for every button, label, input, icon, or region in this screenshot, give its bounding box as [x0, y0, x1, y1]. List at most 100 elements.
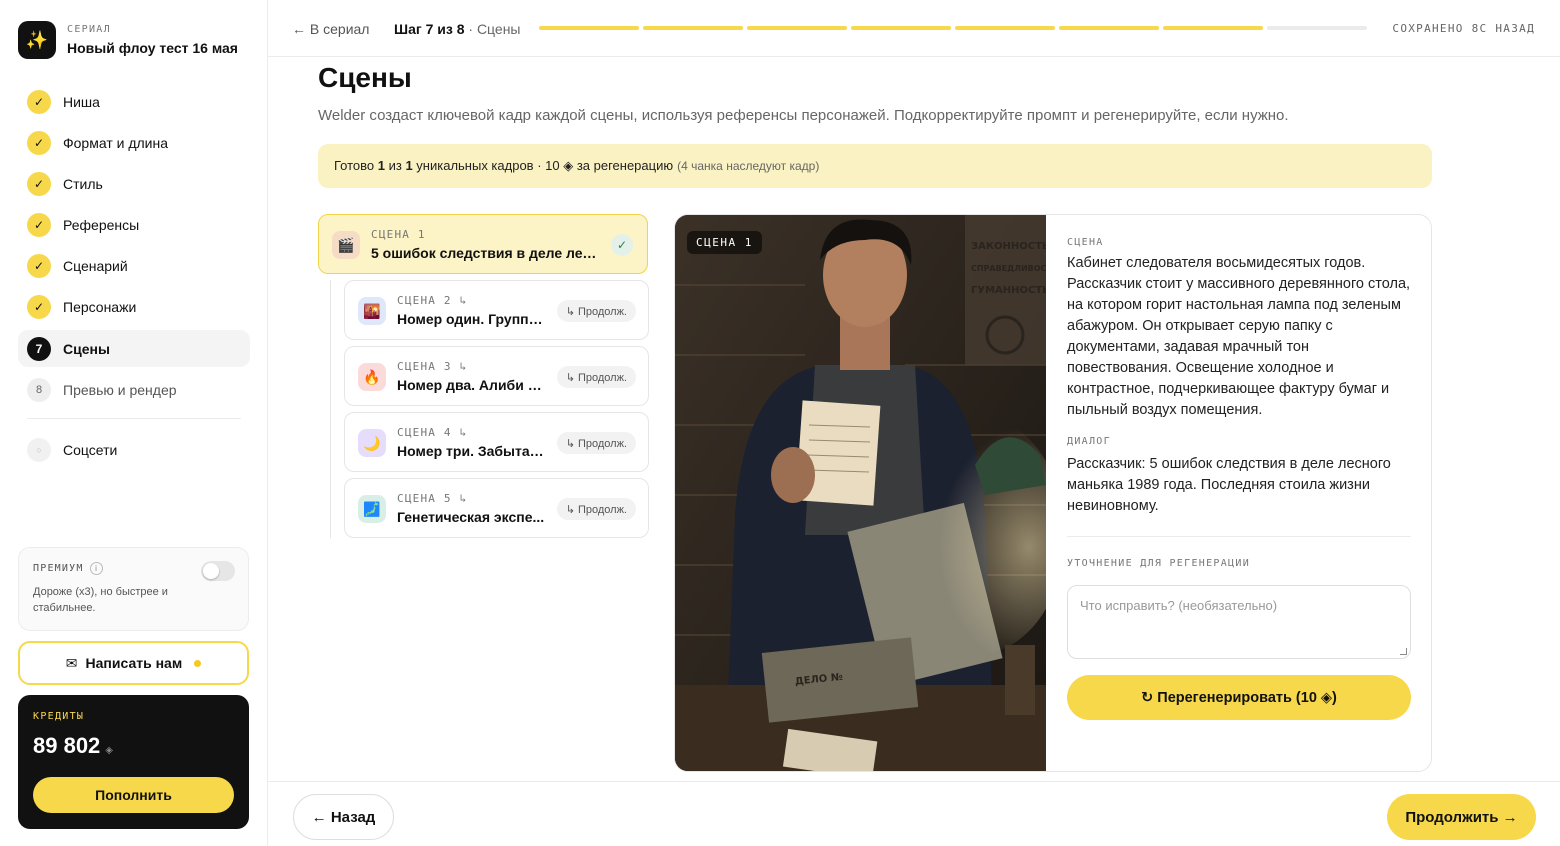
- credits-value: 89 802: [33, 733, 101, 758]
- scene-title: Номер один. Группа ...: [397, 311, 547, 327]
- progress-segment: [1059, 26, 1159, 30]
- continuation-badge: ↳ Продолж.: [556, 300, 636, 322]
- notice-note: (4 чанка наследуют кадр): [677, 159, 820, 173]
- step-characters[interactable]: ✓ Персонажи: [18, 289, 250, 326]
- step-preview-render[interactable]: 8 Превью и рендер: [18, 371, 250, 408]
- progress-segment: [851, 26, 951, 30]
- scene-description: Кабинет следователя восьмидесятых годов.…: [1067, 255, 1411, 418]
- step-number: 7: [27, 336, 51, 361]
- credits-label: КРЕДИТЫ: [33, 711, 85, 722]
- scene-label: СЦЕНА 3 ↳: [397, 360, 468, 373]
- write-us-label: Написать нам: [85, 655, 183, 671]
- step-niche[interactable]: ✓ Ниша: [18, 83, 250, 120]
- project-header[interactable]: ✨ СЕРИАЛ Новый флоу тест 16 мая: [18, 21, 238, 59]
- page-title: Сцены: [318, 62, 412, 93]
- top-bar: ← В сериал Шаг 7 из 8 · Сцены СОХРАНЕНО …: [268, 0, 1560, 57]
- step-scenes[interactable]: 7 Сцены: [18, 330, 250, 368]
- scene-card-2[interactable]: 🌇 СЦЕНА 2 ↳ Номер один. Группа ... ↳ Про…: [344, 280, 649, 340]
- sparkles-icon: ✨: [18, 21, 56, 59]
- check-icon: ✓: [611, 234, 633, 256]
- premium-card: ПРЕМИУМ i Дороже (x3), но быстрее и стаб…: [18, 547, 249, 631]
- scene-label: СЦЕНА 2 ↳: [397, 294, 468, 307]
- notice-text: уникальных кадров · 10 ◈ за регенерацию: [412, 158, 674, 173]
- progress-segment: [747, 26, 847, 30]
- scene-keyframe-image[interactable]: ЗАКОННОСТЬ СПРАВЕДЛИВОСТЬ ГУМАННОСТЬ: [675, 215, 1046, 771]
- circle-icon: ○: [27, 437, 51, 462]
- scene-label: СЦЕНА 5 ↳: [397, 492, 468, 505]
- step-label: Превью и рендер: [63, 381, 177, 398]
- notice-total-count: 1: [405, 158, 413, 173]
- city-sunset-icon: 🌇: [358, 297, 386, 325]
- scene-title: Номер два. Алиби п...: [397, 377, 547, 393]
- topup-button[interactable]: Пополнить: [33, 777, 234, 813]
- progress-segment: [1267, 26, 1367, 30]
- continue-button[interactable]: Продолжить →: [1387, 794, 1536, 840]
- step-label: Референсы: [63, 217, 140, 234]
- scene-card-3[interactable]: 🔥 СЦЕНА 3 ↳ Номер два. Алиби п... ↳ Прод…: [344, 346, 649, 406]
- project-kind: СЕРИАЛ: [67, 24, 111, 35]
- step-number: 8: [27, 377, 51, 402]
- scene-title: Номер три. Забытая ...: [397, 443, 547, 459]
- steps-nav: ✓ Ниша ✓ Формат и длина ✓ Стиль ✓ Рефере…: [18, 83, 250, 473]
- progress-bar: [539, 26, 1367, 30]
- premium-label: ПРЕМИУМ: [33, 563, 84, 574]
- footer: ← Назад Продолжить →: [268, 781, 1560, 846]
- scene-card-1[interactable]: 🎬 СЦЕНА 1 5 ошибок следствия в деле лесн…: [318, 214, 648, 274]
- sidebar: ✨ СЕРИАЛ Новый флоу тест 16 мая ✓ Ниша ✓…: [0, 0, 268, 846]
- saved-status: СОХРАНЕНО 8С НАЗАД: [1392, 22, 1535, 35]
- status-notice: Готово 1 из 1 уникальных кадров · 10 ◈ з…: [318, 144, 1432, 188]
- map-icon: 🗾: [358, 495, 386, 523]
- clapperboard-icon: 🎬: [332, 231, 360, 259]
- scene-info: СЦЕНА Кабинет следователя восьмидесятых …: [1067, 215, 1411, 720]
- divider: [1067, 536, 1411, 537]
- scene-label: СЦЕНА 4 ↳: [397, 426, 468, 439]
- step-format[interactable]: ✓ Формат и длина: [18, 124, 250, 161]
- credit-icon: ◈: [105, 745, 113, 756]
- step-label: Формат и длина: [63, 134, 169, 151]
- continuation-badge: ↳ Продолж.: [556, 432, 636, 454]
- dialog-text: Рассказчик: 5 ошибок следствия в деле ле…: [1067, 456, 1391, 514]
- step-social[interactable]: ○ Соцсети: [18, 431, 250, 468]
- refine-input[interactable]: Что исправить? (необязательно): [1067, 585, 1411, 659]
- scene-detail: ЗАКОННОСТЬ СПРАВЕДЛИВОСТЬ ГУМАННОСТЬ: [674, 214, 1432, 772]
- refine-section-label: УТОЧНЕНИЕ ДЛЯ РЕГЕНЕРАЦИИ: [1067, 558, 1251, 569]
- credits-value-row: 89 802 ◈: [33, 733, 234, 759]
- regenerate-button[interactable]: ↻ Перегенерировать (10 ◈): [1067, 675, 1411, 720]
- progress-segment: [539, 26, 639, 30]
- poster-text: ЗАКОННОСТЬ: [971, 241, 1046, 252]
- step-label: Сценарий: [63, 258, 128, 275]
- progress-segment: [955, 26, 1055, 30]
- step-label: Ниша: [63, 93, 100, 110]
- continuation-badge: ↳ Продолж.: [556, 498, 636, 520]
- premium-description: Дороже (x3), но быстрее и стабильнее.: [33, 586, 168, 614]
- step-label: Персонажи: [63, 299, 137, 316]
- step-style[interactable]: ✓ Стиль: [18, 165, 250, 202]
- step-indicator: Шаг 7 из 8 · Сцены: [394, 21, 521, 37]
- step-label: Соцсети: [63, 441, 118, 458]
- step-name: · Сцены: [464, 21, 521, 37]
- main-content: Сцены Welder создаст ключевой кадр каждо…: [268, 57, 1560, 781]
- back-to-series-link[interactable]: ← В сериал: [292, 21, 369, 37]
- notice-done-count: 1: [377, 158, 385, 173]
- check-icon: ✓: [27, 295, 51, 320]
- divider: [27, 418, 241, 420]
- progress-segment: [1163, 26, 1263, 30]
- scene-title: Генетическая экспе...: [397, 509, 545, 525]
- mail-icon: ✉: [65, 654, 78, 671]
- continuation-badge: ↳ Продолж.: [556, 366, 636, 388]
- step-label: Стиль: [63, 175, 103, 192]
- check-icon: ✓: [27, 171, 51, 196]
- info-icon[interactable]: i: [89, 562, 103, 575]
- check-icon: ✓: [27, 89, 51, 114]
- write-us-button[interactable]: ✉ Написать нам: [18, 641, 249, 685]
- scene-card-4[interactable]: 🌙 СЦЕНА 4 ↳ Номер три. Забытая ... ↳ Про…: [344, 412, 649, 472]
- fire-icon: 🔥: [358, 363, 386, 391]
- step-count: Шаг 7 из 8: [394, 21, 465, 37]
- poster-text: ГУМАННОСТЬ: [971, 285, 1046, 296]
- scene-section-label: СЦЕНА: [1067, 237, 1104, 248]
- scene-card-5[interactable]: 🗾 СЦЕНА 5 ↳ Генетическая экспе... ↳ Прод…: [344, 478, 649, 538]
- step-script[interactable]: ✓ Сценарий: [18, 248, 250, 285]
- back-button[interactable]: ← Назад: [293, 794, 394, 840]
- step-references[interactable]: ✓ Референсы: [18, 207, 250, 244]
- premium-toggle[interactable]: [201, 561, 235, 581]
